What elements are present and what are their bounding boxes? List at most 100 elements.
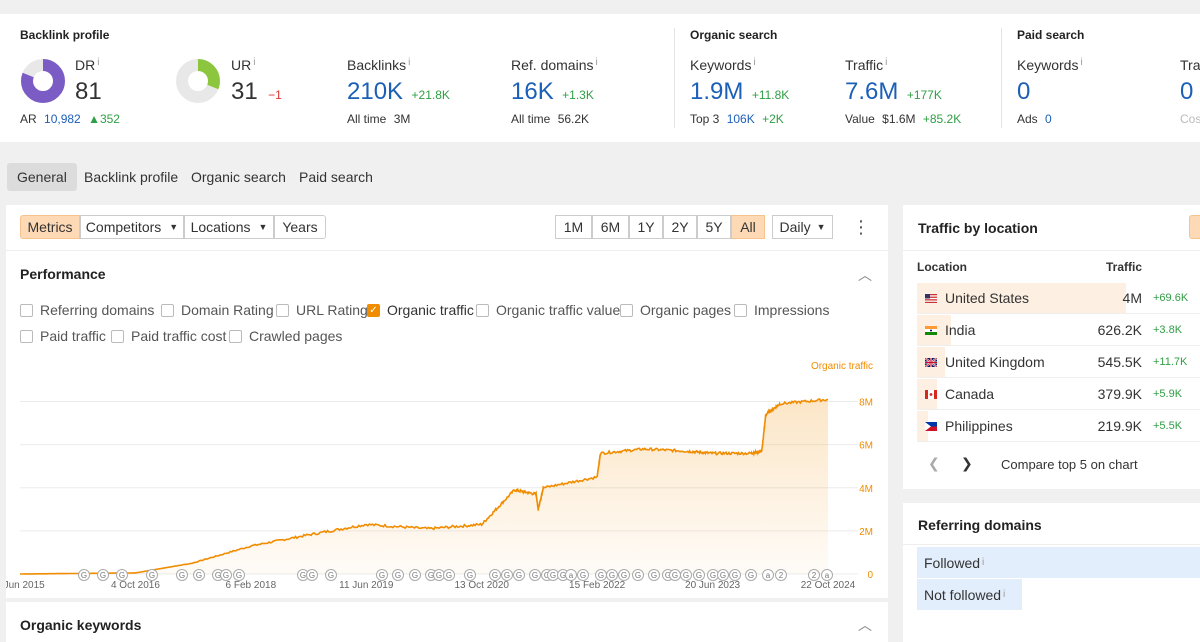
google-update-marker-icon: G <box>693 569 705 581</box>
caret-down-icon: ▼ <box>169 222 179 232</box>
range-1m-button[interactable]: 1M <box>555 215 592 239</box>
svg-text:G: G <box>223 571 229 580</box>
google-update-marker-icon: G <box>606 569 618 581</box>
toggle-button[interactable] <box>1189 215 1200 239</box>
checkbox-organic-traffic[interactable]: ✓ Organic traffic <box>367 302 474 318</box>
svg-text:G: G <box>412 571 418 580</box>
paid-traffic-value[interactable]: 0 <box>1180 78 1193 106</box>
country-delta: +3.8K <box>1153 324 1183 336</box>
google-update-marker-icon: G <box>595 569 607 581</box>
checkbox-referring-domains[interactable]: Referring domains <box>20 302 154 318</box>
location-row[interactable]: Canada 379.9K +5.9K <box>917 379 1200 410</box>
y-tick-label: 0 <box>867 570 873 581</box>
location-row[interactable]: United Kingdom 545.5K +11.7K <box>917 347 1200 378</box>
checkbox-paid-traffic[interactable]: Paid traffic <box>20 328 106 344</box>
backlinks-value[interactable]: 210K <box>347 78 403 105</box>
prev-page-icon[interactable]: ❮ <box>928 455 940 472</box>
more-options-icon[interactable]: ⋮ <box>852 217 870 238</box>
paid-traffic-label: Tra <box>1180 57 1200 73</box>
location-row[interactable]: United States 4M +69.6K <box>917 283 1200 314</box>
divider <box>674 28 675 128</box>
google-update-marker-icon: G <box>577 569 589 581</box>
google-update-marker-icon: G <box>433 569 445 581</box>
compare-top5-link[interactable]: Compare top 5 on chart <box>1001 457 1138 472</box>
ar-row: AR 10,982 ▲352 <box>20 112 120 126</box>
svg-text:G: G <box>672 571 678 580</box>
divider <box>903 544 1200 545</box>
backlinks-alltime: All time 3M <box>347 112 411 126</box>
ar-value-link[interactable]: 10,982 <box>44 112 81 126</box>
svg-text:G: G <box>720 571 726 580</box>
referring-domain-row[interactable]: Not followed i <box>917 579 1022 610</box>
google-update-marker-icon: G <box>489 569 501 581</box>
svg-text:2: 2 <box>812 571 817 580</box>
range-1y-button[interactable]: 1Y <box>629 215 663 239</box>
collapse-chevron-icon[interactable]: ︿ <box>858 265 872 285</box>
country-traffic: 4M <box>1122 290 1142 306</box>
google-update-marker-icon: G <box>729 569 741 581</box>
locations-dropdown[interactable]: Locations ▼ <box>184 215 274 239</box>
tab-backlink-profile[interactable]: Backlink profile <box>74 163 188 191</box>
checkbox-crawled-pages[interactable]: Crawled pages <box>229 328 342 344</box>
svg-text:G: G <box>379 571 385 580</box>
ref-domains-value-row: 16K +1.3K <box>511 78 594 105</box>
keywords-value-row: 1.9M +11.8K <box>690 78 790 105</box>
checkbox-paid-traffic-cost[interactable]: Paid traffic cost <box>111 328 226 344</box>
svg-text:G: G <box>100 571 106 580</box>
paid-cost-label: Cos <box>1180 112 1200 126</box>
traffic-value-row: 7.6M +177K <box>845 78 942 105</box>
range-5y-button[interactable]: 5Y <box>697 215 731 239</box>
range-all-button[interactable]: All <box>731 215 765 239</box>
years-button[interactable]: Years <box>274 215 326 239</box>
next-page-icon[interactable]: ❯ <box>961 455 973 472</box>
tab-organic-search[interactable]: Organic search <box>181 163 296 191</box>
dr-label: DR i <box>75 57 100 73</box>
google-update-marker-icon: G <box>193 569 205 581</box>
svg-text:G: G <box>196 571 202 580</box>
col-location: Location <box>917 260 967 274</box>
traffic-by-location-panel: Traffic by location Location Traffic Uni… <box>903 205 1200 489</box>
google-update-marker-icon: G <box>707 569 719 581</box>
range-2y-button[interactable]: 2Y <box>663 215 697 239</box>
x-tick-label: 20 Jun 2023 <box>685 580 740 591</box>
traffic-label: Traffic i <box>845 57 888 73</box>
checkbox-organic-pages[interactable]: Organic pages <box>620 302 731 318</box>
traffic-value[interactable]: 7.6M <box>845 78 898 105</box>
traffic-by-location-title: Traffic by location <box>918 220 1038 236</box>
location-row[interactable]: India 626.2K +3.8K <box>917 315 1200 346</box>
referring-domain-row[interactable]: Followed i <box>917 547 1200 578</box>
svg-text:G: G <box>732 571 738 580</box>
svg-text:G: G <box>710 571 716 580</box>
performance-title: Performance <box>20 266 106 282</box>
collapse-chevron-icon[interactable]: ︿ <box>858 615 872 635</box>
competitors-dropdown[interactable]: Competitors ▼ <box>80 215 184 239</box>
checkbox-url-rating[interactable]: URL Rating <box>276 302 368 318</box>
google-update-marker-icon: G <box>443 569 455 581</box>
tab-paid-search[interactable]: Paid search <box>289 163 383 191</box>
checkbox-domain-rating[interactable]: Domain Rating <box>161 302 274 318</box>
tab-general[interactable]: General <box>7 163 77 191</box>
svg-text:a: a <box>825 571 830 580</box>
range-6m-button[interactable]: 6M <box>592 215 629 239</box>
location-row[interactable]: Philippines 219.9K +5.5K <box>917 411 1200 442</box>
google-update-marker-icon: G <box>97 569 109 581</box>
india-flag-icon <box>925 325 937 335</box>
checkbox-impressions[interactable]: Impressions <box>734 302 829 318</box>
ur-value-row: 31 −1 <box>231 78 282 105</box>
ref-domains-value[interactable]: 16K <box>511 78 554 105</box>
paid-keywords-value[interactable]: 0 <box>1017 78 1030 106</box>
google-update-marker-icon: G <box>648 569 660 581</box>
keywords-value[interactable]: 1.9M <box>690 78 743 105</box>
caret-down-icon: ▼ <box>816 222 826 232</box>
dr-value: 81 <box>75 78 102 105</box>
svg-text:G: G <box>504 571 510 580</box>
google-update-marker-icon: G <box>745 569 757 581</box>
metrics-button[interactable]: Metrics <box>20 215 80 239</box>
ref-domains-label: Ref. domains i <box>511 57 598 73</box>
country-traffic: 545.5K <box>1097 354 1142 370</box>
philippines-flag-icon <box>925 421 937 431</box>
checkbox-organic-traffic-value[interactable]: Organic traffic value <box>476 302 620 318</box>
interval-dropdown[interactable]: Daily ▼ <box>772 215 833 239</box>
svg-text:G: G <box>683 571 689 580</box>
uk-flag-icon <box>925 357 937 367</box>
